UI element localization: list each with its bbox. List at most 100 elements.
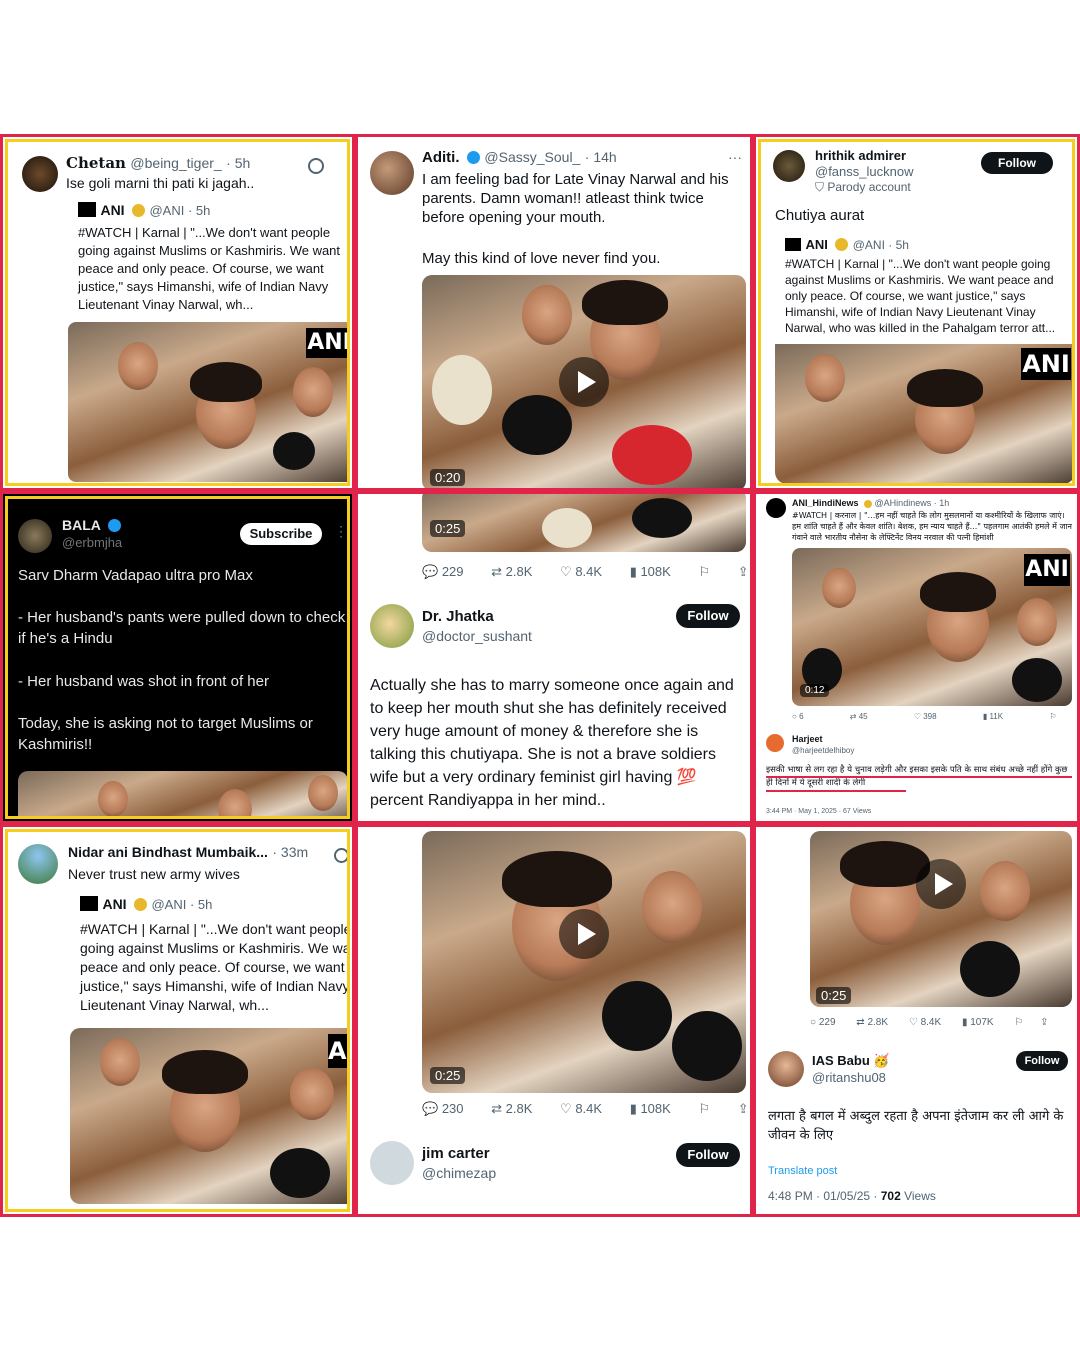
play-icon[interactable] bbox=[916, 859, 966, 909]
views-count[interactable]: ▮ 108K bbox=[630, 564, 671, 579]
post-text-secondary: May this kind of love never find you. bbox=[422, 250, 661, 267]
repost-button[interactable]: ⇄ 45 bbox=[850, 712, 868, 721]
like-button[interactable]: ♡ 398 bbox=[914, 712, 937, 721]
post-text: Chutiya aurat bbox=[775, 207, 865, 224]
author-handle[interactable]: @doctor_sushant bbox=[422, 628, 532, 644]
more-options-icon[interactable]: ··· bbox=[728, 149, 742, 165]
video-thumbnail[interactable]: ANI 0:12 bbox=[792, 548, 1072, 706]
avatar[interactable] bbox=[773, 150, 805, 182]
bookmark-icon[interactable]: ⚐ bbox=[1049, 712, 1056, 721]
views-count[interactable]: ▮ 11K bbox=[983, 712, 1003, 721]
repost-button[interactable]: ⇄ 2.8K bbox=[856, 1017, 888, 1028]
quoted-post[interactable]: ANI @ANI · 5h #WATCH | Karnal | "...We d… bbox=[66, 198, 347, 483]
avatar[interactable] bbox=[370, 1141, 414, 1185]
follow-button[interactable]: Follow bbox=[676, 1143, 740, 1167]
author-name[interactable]: Chetan bbox=[66, 154, 126, 172]
face bbox=[293, 367, 333, 417]
author-name[interactable]: hrithik admirer bbox=[815, 148, 906, 163]
video-thumbnail[interactable]: 0:25 bbox=[422, 494, 746, 552]
avatar[interactable] bbox=[370, 604, 414, 648]
parody-label: ⛉ Parody account bbox=[815, 180, 911, 195]
face bbox=[290, 1068, 334, 1120]
grok-icon[interactable] bbox=[308, 158, 324, 174]
follow-button[interactable]: Follow bbox=[981, 152, 1053, 174]
video-thumbnail[interactable]: 0:25 bbox=[422, 831, 746, 1093]
author-handle[interactable]: @chimezap bbox=[422, 1165, 496, 1181]
author-name[interactable]: Aditi. bbox=[422, 149, 460, 166]
avatar[interactable] bbox=[18, 519, 52, 553]
views-count[interactable]: ▮ 107K bbox=[962, 1017, 994, 1028]
bookmark-icon[interactable]: ⚐ bbox=[698, 564, 710, 579]
hair bbox=[162, 1050, 248, 1094]
microphone bbox=[672, 1011, 742, 1081]
reply-author[interactable]: Harjeet bbox=[792, 734, 823, 744]
bookmark-icon[interactable]: ⚐ bbox=[698, 1101, 710, 1116]
avatar[interactable] bbox=[18, 844, 58, 884]
repost-button[interactable]: ⇄ 2.8K bbox=[491, 1101, 532, 1116]
reply-avatar[interactable] bbox=[766, 734, 784, 752]
post-photo[interactable] bbox=[18, 771, 347, 816]
author-handle[interactable]: @fanss_lucknow bbox=[815, 164, 913, 179]
quoted-post[interactable]: ANI @ANI · 5h #WATCH | Karnal | "...We d… bbox=[775, 234, 1072, 483]
face bbox=[308, 775, 338, 811]
ani-badge: ANI bbox=[1024, 554, 1070, 586]
quoted-post[interactable]: ANI @ANI · 5h #WATCH | Karnal | "...We d… bbox=[68, 892, 347, 1209]
ani-badge: ANI bbox=[1021, 348, 1071, 380]
like-button[interactable]: ♡ 8.4K bbox=[560, 1101, 602, 1116]
repost-button[interactable]: ⇄ 2.8K bbox=[491, 564, 532, 579]
like-button[interactable]: ♡ 8.4K bbox=[560, 564, 602, 579]
like-button[interactable]: ♡ 8.4K bbox=[909, 1017, 941, 1028]
reply-button[interactable]: 💬 229 bbox=[422, 564, 464, 579]
grok-icon[interactable] bbox=[334, 848, 347, 863]
ani-logo-icon bbox=[785, 238, 801, 251]
follow-button[interactable]: Follow bbox=[676, 604, 740, 628]
video-thumbnail[interactable]: 0:25 bbox=[810, 831, 1072, 1007]
avatar[interactable] bbox=[370, 151, 414, 195]
quote-photo[interactable]: ANI bbox=[68, 322, 347, 482]
avatar[interactable] bbox=[766, 498, 786, 518]
follow-button[interactable]: Follow bbox=[1016, 1051, 1068, 1071]
post-header: Chetan @being_tiger_ · 5h bbox=[66, 154, 250, 173]
author-name[interactable]: Nidar ani Bindhast Mumbaik... bbox=[68, 844, 268, 860]
ani-logo-icon bbox=[78, 202, 96, 217]
parody-icon: ⛉ bbox=[815, 180, 828, 194]
author-handle[interactable]: @erbmjha bbox=[62, 535, 122, 550]
reply-button[interactable]: ○ 6 bbox=[792, 712, 804, 721]
subscribe-button[interactable]: Subscribe bbox=[240, 523, 322, 545]
reply-handle[interactable]: @harjeetdelhiboy bbox=[792, 746, 854, 755]
author-name[interactable]: BALA bbox=[62, 517, 101, 533]
share-icon[interactable]: ⇪ bbox=[738, 1101, 749, 1116]
author-handle[interactable]: @being_tiger_ bbox=[130, 155, 221, 171]
author-handle[interactable]: @Sassy_Soul_ bbox=[484, 149, 580, 165]
author-name[interactable]: jim carter bbox=[422, 1145, 490, 1162]
quote-photo[interactable]: ANI bbox=[70, 1028, 347, 1204]
author-name[interactable]: ANI_HindiNews bbox=[792, 498, 859, 508]
parody-text: Parody account bbox=[827, 180, 911, 194]
more-options-icon[interactable]: ⋮ bbox=[334, 523, 347, 540]
red-underline bbox=[766, 776, 1072, 778]
reply-button[interactable]: 💬 230 bbox=[422, 1101, 464, 1116]
bookmark-icon[interactable]: ⚐ bbox=[1014, 1017, 1023, 1028]
post-cell-nidar: Nidar ani Bindhast Mumbaik... · 33m Neve… bbox=[0, 824, 355, 1217]
avatar[interactable] bbox=[768, 1051, 804, 1087]
author-handle[interactable]: @ritanshu08 bbox=[812, 1070, 886, 1085]
reply-button[interactable]: ○ 229 bbox=[810, 1017, 836, 1028]
verified-badge-icon bbox=[108, 519, 122, 532]
author-name[interactable]: IAS Babu 🥳 bbox=[812, 1053, 890, 1069]
author-name[interactable]: Dr. Jhatka bbox=[422, 608, 494, 625]
avatar[interactable] bbox=[22, 156, 58, 192]
share-icon[interactable]: ⇪ bbox=[1040, 1017, 1048, 1028]
reply-meta: 3:44 PM · May 1, 2025 · 67 Views bbox=[766, 808, 872, 815]
play-icon[interactable] bbox=[559, 357, 609, 407]
video-thumbnail[interactable]: 0:20 bbox=[422, 275, 746, 488]
hair bbox=[190, 362, 262, 402]
views-count[interactable]: ▮ 108K bbox=[630, 1101, 671, 1116]
play-icon[interactable] bbox=[559, 909, 609, 959]
red-underline bbox=[766, 790, 906, 792]
share-icon[interactable]: ⇪ bbox=[738, 564, 749, 579]
microphone bbox=[612, 425, 692, 485]
translate-link[interactable]: Translate post bbox=[768, 1165, 837, 1177]
author-handle[interactable]: @AHindinews · 1h bbox=[875, 498, 950, 508]
quote-photo[interactable]: ANI bbox=[775, 344, 1072, 483]
post-header: ANI_HindiNews @AHindinews · 1h bbox=[792, 498, 949, 508]
